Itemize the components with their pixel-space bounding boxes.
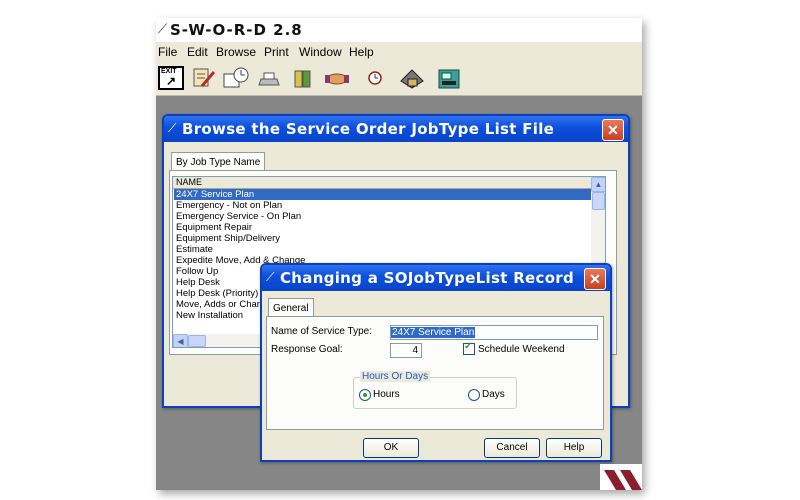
menu-print[interactable]: Print <box>264 45 289 59</box>
menu-bar: File Edit Browse Print Window Help <box>156 42 642 61</box>
toolbar: EXIT ↗ <box>156 61 642 96</box>
hours-label: Hours <box>373 389 400 400</box>
service-type-value: 24X7 Service Plan <box>391 327 476 338</box>
tools-button[interactable] <box>398 66 424 90</box>
horizontal-scroll-thumb[interactable] <box>188 335 206 347</box>
clock-icon <box>368 71 382 85</box>
print-icon <box>258 72 280 86</box>
menu-file[interactable]: File <box>158 45 177 59</box>
list-row[interactable]: Emergency - Not on Plan <box>174 200 595 211</box>
exit-arrow-icon: ↗ <box>166 74 177 88</box>
sword-app-window: ⟋ S-W-O-R-D 2.8 File Edit Browse Print W… <box>156 18 642 490</box>
schedule-icon <box>223 67 249 88</box>
tab-general[interactable]: General <box>268 298 314 317</box>
tools-icon <box>400 69 424 89</box>
dialog-title: Changing a SOJobTypeList Record <box>280 269 575 287</box>
list-row[interactable]: Emergency Service - On Plan <box>174 211 595 222</box>
workstation-icon <box>438 69 460 89</box>
browse-title-bar[interactable]: ⟋ Browse the Service Order JobType List … <box>164 116 628 142</box>
menu-help[interactable]: Help <box>349 45 374 59</box>
service-type-label: Name of Service Type: <box>271 326 372 337</box>
browse-title: Browse the Service Order JobType List Fi… <box>182 120 555 138</box>
checkmark-icon: ✓ <box>464 341 473 352</box>
close-icon: ✕ <box>589 271 601 287</box>
app-logo-icon: ⟋ <box>158 21 168 36</box>
close-icon: ✕ <box>607 122 619 138</box>
tab-by-job-type-name[interactable]: By Job Type Name <box>171 152 266 171</box>
dialog-app-icon: ⟋ <box>266 270 275 284</box>
list-row[interactable]: Equipment Ship/Delivery <box>174 233 595 244</box>
library-button[interactable] <box>291 66 317 90</box>
handshake-button[interactable] <box>324 66 350 90</box>
browse-close-button[interactable]: ✕ <box>602 119 624 141</box>
edit-record-dialog: ⟋ Changing a SOJobTypeList Record ✕ Gene… <box>260 263 612 462</box>
dialog-title-bar[interactable]: ⟋ Changing a SOJobTypeList Record ✕ <box>262 265 610 291</box>
ok-button[interactable]: OK <box>363 438 419 458</box>
vertical-scroll-thumb[interactable] <box>592 192 605 210</box>
response-goal-label: Response Goal: <box>271 344 343 355</box>
list-row[interactable]: Estimate <box>174 244 595 255</box>
menu-browse[interactable]: Browse <box>216 45 256 59</box>
workstation-button[interactable] <box>436 66 462 90</box>
list-row[interactable]: 24X7 Service Plan <box>174 189 595 200</box>
schedule-weekend-checkbox[interactable]: ✓ <box>463 341 475 355</box>
column-header-name[interactable]: NAME <box>173 177 596 189</box>
dialog-close-button[interactable]: ✕ <box>584 268 606 290</box>
cancel-button[interactable]: Cancel <box>484 438 540 458</box>
edit-record-button[interactable] <box>191 66 217 90</box>
list-row[interactable]: Equipment Repair <box>174 222 595 233</box>
schedule-button[interactable] <box>222 66 249 90</box>
days-radio[interactable] <box>468 389 480 401</box>
schedule-weekend-label: Schedule Weekend <box>478 344 565 355</box>
edit-record-icon <box>193 68 216 87</box>
exit-button[interactable]: EXIT ↗ <box>158 66 184 90</box>
clock-button[interactable] <box>362 66 388 90</box>
service-type-input[interactable]: 24X7 Service Plan <box>390 325 598 340</box>
books-icon <box>294 70 311 88</box>
radio-dot-icon <box>363 393 367 397</box>
scroll-left-icon[interactable]: ◀ <box>173 334 188 347</box>
menu-window[interactable]: Window <box>299 45 342 59</box>
handshake-icon <box>325 73 349 85</box>
help-button[interactable]: Help <box>546 438 602 458</box>
print-button[interactable] <box>257 66 283 90</box>
hours-radio[interactable] <box>359 389 371 401</box>
app-title: S-W-O-R-D 2.8 <box>170 21 303 39</box>
days-label: Days <box>482 389 505 400</box>
response-goal-input[interactable]: 4 <box>390 343 422 358</box>
brand-logo-icon <box>600 464 642 490</box>
menu-edit[interactable]: Edit <box>187 45 208 59</box>
window-app-icon: ⟋ <box>168 121 177 135</box>
hours-or-days-label: Hours Or Days <box>360 371 431 382</box>
scroll-up-icon[interactable]: ▲ <box>591 177 605 192</box>
app-title-bar: ⟋ S-W-O-R-D 2.8 <box>156 18 642 43</box>
